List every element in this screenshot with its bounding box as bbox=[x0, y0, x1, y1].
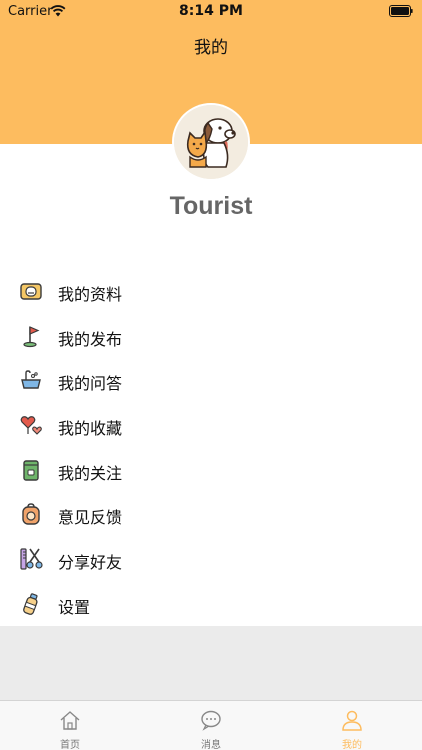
bathtub-icon bbox=[19, 368, 43, 392]
menu-list: 我的资料 我的发布 我的问答 我的收藏 我的关注 意见反馈 分享好友 设置 bbox=[0, 268, 422, 626]
bottle-icon bbox=[19, 592, 43, 616]
menu-item-posts[interactable]: 我的发布 bbox=[0, 313, 422, 358]
tab-label: 消息 bbox=[201, 740, 221, 750]
menu-label: 分享好友 bbox=[58, 553, 123, 573]
menu-item-feedback[interactable]: 意见反馈 bbox=[0, 491, 422, 536]
person-icon bbox=[342, 710, 362, 731]
menu-label: 我的收藏 bbox=[58, 419, 123, 439]
username: Tourist bbox=[169, 192, 253, 220]
menu-item-qa[interactable]: 我的问答 bbox=[0, 357, 422, 402]
dog-cat-avatar-icon bbox=[174, 105, 248, 179]
page-title: 我的 bbox=[194, 38, 228, 58]
menu-label: 我的发布 bbox=[58, 329, 123, 349]
battery-icon bbox=[389, 5, 413, 17]
menu-item-following[interactable]: 我的关注 bbox=[0, 447, 422, 492]
menu-item-share[interactable]: 分享好友 bbox=[0, 536, 422, 581]
flag-icon bbox=[19, 324, 43, 348]
status-bar: Carrier 8:14 PM bbox=[0, 0, 422, 22]
menu-item-favorites[interactable]: 我的收藏 bbox=[0, 402, 422, 447]
food-bag-icon bbox=[19, 458, 43, 482]
tab-mine[interactable]: 我的 bbox=[282, 701, 422, 750]
tab-label: 我的 bbox=[342, 740, 362, 750]
profile-card-icon bbox=[19, 279, 43, 303]
menu-label: 我的问答 bbox=[58, 374, 123, 394]
hearts-icon bbox=[19, 413, 43, 437]
empty-area bbox=[0, 626, 422, 700]
chat-icon bbox=[201, 710, 221, 731]
menu-label: 意见反馈 bbox=[58, 508, 123, 528]
tab-home[interactable]: 首页 bbox=[0, 701, 140, 750]
tab-messages[interactable]: 消息 bbox=[141, 701, 281, 750]
menu-label: 我的资料 bbox=[58, 285, 123, 304]
tab-label: 首页 bbox=[60, 740, 80, 750]
backpack-icon bbox=[19, 502, 43, 526]
home-icon bbox=[60, 711, 80, 730]
menu-item-settings[interactable]: 设置 bbox=[0, 581, 422, 626]
menu-label: 设置 bbox=[58, 597, 91, 617]
status-time: 8:14 PM bbox=[179, 3, 243, 19]
grooming-tools-icon bbox=[19, 547, 43, 571]
menu-label: 我的关注 bbox=[58, 463, 123, 483]
menu-item-profile[interactable]: 我的资料 bbox=[0, 268, 422, 313]
tab-bar: 首页 消息 我的 bbox=[0, 700, 422, 750]
avatar[interactable] bbox=[174, 105, 248, 179]
